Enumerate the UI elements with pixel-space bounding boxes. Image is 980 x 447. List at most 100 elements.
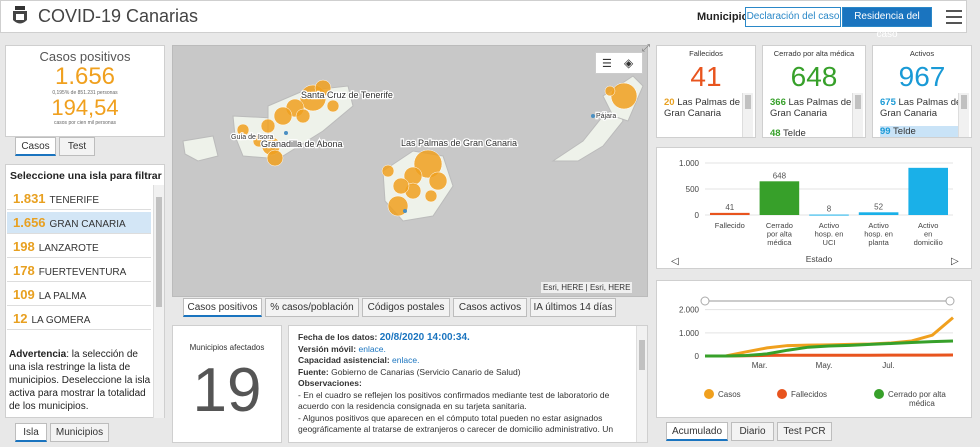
app-title: COVID-19 Canarias bbox=[38, 6, 199, 26]
x-axis-label: Estado bbox=[806, 254, 833, 264]
bar bbox=[809, 214, 849, 216]
canarias-emblem-icon bbox=[13, 6, 27, 24]
range-slider-start-handle bbox=[700, 296, 710, 306]
legend-label: Casos bbox=[718, 390, 741, 399]
tab-pct-casos[interactable]: % casos/población bbox=[265, 298, 359, 317]
fallecidos-card: Fallecidos 41 20 Las Palmas de Gran Cana… bbox=[656, 45, 756, 138]
x-tick-label: Fallecido bbox=[715, 221, 745, 230]
x-tick-label: May. bbox=[816, 361, 833, 370]
island-item[interactable]: 178 FUERTEVENTURA bbox=[7, 260, 151, 282]
y-tick-label: 2.000 bbox=[679, 306, 700, 315]
y-tick-label: 1.000 bbox=[679, 329, 700, 338]
cerrado-list-item-2[interactable]: 48 Telde bbox=[770, 128, 854, 139]
tab-isla[interactable]: Isla bbox=[15, 423, 47, 442]
residencia-button[interactable]: Residencia del caso bbox=[842, 7, 932, 40]
island-item[interactable]: 12 LA GOMERA bbox=[7, 308, 151, 330]
observation-2: - Algunos positivos que aparecen en el c… bbox=[298, 412, 614, 435]
hamburger-menu-icon[interactable] bbox=[946, 10, 962, 24]
legend-marker bbox=[777, 389, 787, 399]
tab-municipios[interactable]: Municipios bbox=[50, 423, 109, 442]
municipios-title: Municipios afectados bbox=[189, 343, 265, 352]
acumulado-chart-panel: 0 1.000 2.000 Mar. May. Jul. Casos Fallecidos Ce… bbox=[656, 280, 972, 418]
cerrado-value: 648 bbox=[790, 61, 838, 92]
legend-marker bbox=[704, 389, 714, 399]
app-header: COVID-19 Canarias Municipio Declaración … bbox=[0, 0, 967, 40]
expand-icon[interactable]: ⤢ bbox=[642, 43, 650, 54]
map-view[interactable]: Santa Cruz de Tenerife Guía de Isora Gra… bbox=[172, 45, 648, 297]
x-tick-label: Jul. bbox=[882, 361, 894, 370]
y-tick-label: 0 bbox=[695, 352, 700, 361]
legend-label: Fallecidos bbox=[791, 390, 827, 399]
declaracion-button[interactable]: Declaración del caso bbox=[745, 7, 841, 27]
activos-list-item-2[interactable]: 99 Telde bbox=[880, 126, 962, 137]
canary-islands-map[interactable]: Santa Cruz de Tenerife Guía de Isora Gra… bbox=[173, 46, 647, 296]
cerrado-title: Cerrado por alta médica bbox=[773, 49, 855, 58]
activos-card: Activos 967 675 Las Palmas de Gran Canar… bbox=[872, 45, 972, 138]
casos-value: 1.656 bbox=[54, 63, 116, 90]
movil-link[interactable]: enlace. bbox=[358, 344, 385, 354]
bar-value-label: 52 bbox=[874, 202, 883, 211]
x-tick-label: Activo en domicilio bbox=[914, 221, 943, 247]
range-slider-end-handle bbox=[945, 296, 955, 306]
activos-list-item-1[interactable]: 675 Las Palmas de Gran Canaria bbox=[880, 97, 962, 119]
island-warning: Advertencia: la selección de una isla re… bbox=[9, 349, 151, 412]
cerrado-scrollbar[interactable] bbox=[852, 93, 863, 137]
tab-casos-positivos[interactable]: Casos positivos bbox=[183, 298, 262, 317]
municipio-label: Municipio bbox=[697, 11, 749, 23]
cerrado-list-item-1[interactable]: 366 Las Palmas de Gran Canaria bbox=[770, 97, 854, 119]
island-item[interactable]: 1.656 GRAN CANARIA bbox=[7, 212, 151, 234]
estado-bar-chart-panel: 0 500 1.000 41 Fallecido 648 Cerrado por alta mé… bbox=[656, 147, 972, 269]
layers-icon[interactable]: ◈ bbox=[624, 56, 633, 70]
island-item[interactable]: 198 LANZAROTE bbox=[7, 236, 151, 258]
legend-label: Cerrado por alta médica bbox=[888, 390, 946, 408]
tab-test-pcr[interactable]: Test PCR bbox=[777, 422, 832, 441]
estado-bar-chart: 0 500 1.000 41 Fallecido 648 Cerrado por alta mé… bbox=[671, 159, 959, 267]
legend-list-icon[interactable]: ☰ bbox=[602, 57, 612, 70]
map-label-granadilla: Granadilla de Abona bbox=[261, 139, 343, 149]
acumulado-line-chart: 0 1.000 2.000 Mar. May. Jul. Casos Fallecidos Ce… bbox=[679, 296, 955, 408]
bar bbox=[908, 167, 948, 215]
x-tick-label: Cerrado por alta médica bbox=[766, 221, 793, 247]
casos-rate: 194,54 bbox=[51, 95, 119, 120]
tab-casos[interactable]: Casos bbox=[15, 137, 56, 156]
tab-test[interactable]: Test bbox=[59, 137, 95, 156]
y-tick-label: 500 bbox=[686, 185, 700, 194]
tab-codigos-postales[interactable]: Códigos postales bbox=[362, 298, 450, 317]
fallecidos-title: Fallecidos bbox=[689, 49, 723, 58]
x-tick-label: Activo hosp. en planta bbox=[864, 221, 893, 247]
tab-ia-14-dias[interactable]: IA últimos 14 días bbox=[530, 298, 616, 317]
map-label-las-palmas: Las Palmas de Gran Canaria bbox=[401, 138, 517, 148]
island-item[interactable]: 109 LA PALMA bbox=[7, 284, 151, 306]
bar-value-label: 8 bbox=[827, 205, 832, 214]
map-toolbar: ☰ ◈ bbox=[595, 52, 643, 74]
fallecidos-list-item[interactable]: 20 Las Palmas de Gran Canaria bbox=[664, 97, 746, 119]
municipios-value: 19 bbox=[192, 356, 262, 425]
y-tick-label: 0 bbox=[695, 211, 700, 220]
map-label-pajara: Pájara bbox=[596, 113, 616, 120]
scroll-left-icon: ◁ bbox=[671, 256, 679, 267]
data-date: 20/8/2020 14:00:34. bbox=[379, 332, 470, 343]
bar bbox=[710, 212, 750, 215]
map-label-santa-cruz: Santa Cruz de Tenerife bbox=[301, 90, 393, 100]
island-heading: Seleccione una isla para filtrar bbox=[10, 170, 162, 182]
activos-title: Activos bbox=[909, 49, 935, 58]
island-item[interactable]: 1.831 TENERIFE bbox=[7, 188, 151, 210]
casos-positivos-card: Casos positivos 1.656 0,195% de 851.231 … bbox=[5, 45, 165, 137]
y-tick-label: 1.000 bbox=[679, 159, 700, 168]
info-scrollbar[interactable] bbox=[636, 326, 647, 442]
island-scrollbar[interactable] bbox=[153, 185, 164, 418]
tab-acumulado[interactable]: Acumulado bbox=[666, 422, 728, 441]
activos-value: 967 bbox=[898, 61, 946, 92]
bar bbox=[858, 212, 899, 215]
capacidad-link[interactable]: enlace. bbox=[392, 355, 419, 365]
info-panel: Fecha de los datos: 20/8/2020 14:00:34. … bbox=[288, 325, 648, 443]
observation-1: - En el cuadro se reflejen los positivos… bbox=[298, 389, 610, 412]
fallecidos-scrollbar[interactable] bbox=[742, 93, 753, 137]
bar-value-label: 41 bbox=[725, 203, 734, 212]
x-tick-label: Mar. bbox=[752, 361, 768, 370]
tab-casos-activos[interactable]: Casos activos bbox=[453, 298, 527, 317]
tab-diario[interactable]: Diario bbox=[731, 422, 774, 441]
legend-marker bbox=[874, 389, 884, 399]
activos-scrollbar[interactable] bbox=[958, 93, 969, 137]
x-tick-label: Activo hosp. en UCI bbox=[815, 221, 844, 247]
